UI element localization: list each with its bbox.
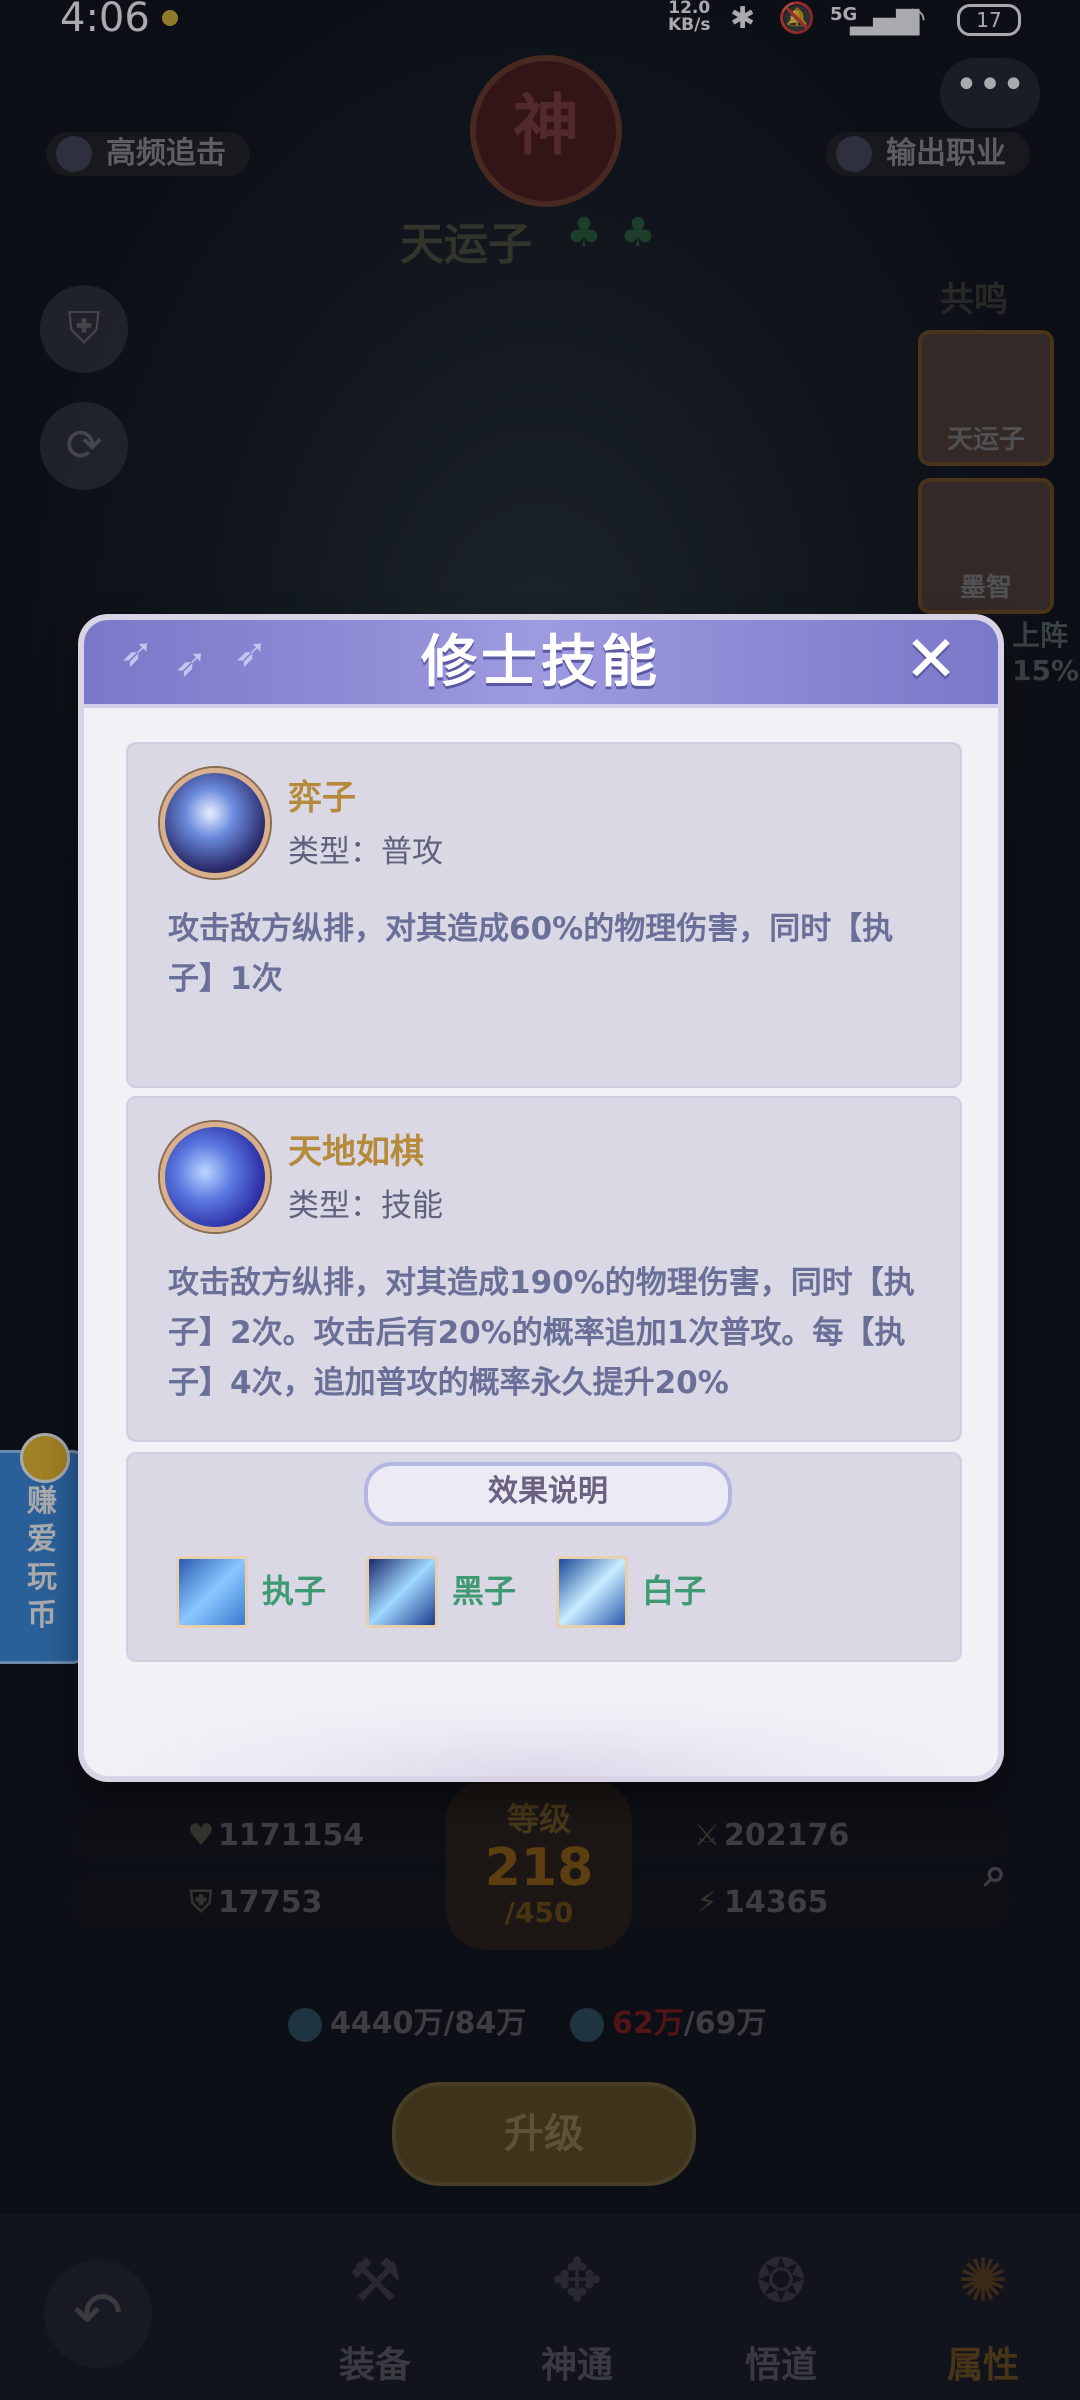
dialog-header: ➶ ➶ ➶ 修士技能 ✕ [84, 620, 998, 708]
dialog-title: 修士技能 [421, 630, 661, 695]
skill-card: 弈子 类型：普攻 攻击敌方纵排，对其造成60%的物理伤害，同时【执子】1次 [126, 742, 962, 1088]
heizi-effect-icon [366, 1556, 438, 1628]
effect-explanation-panel: 效果说明 执子 黑子 白子 [126, 1452, 962, 1662]
dialog-cloud-decoration [84, 1666, 998, 1776]
baizi-effect-icon [556, 1556, 628, 1628]
skill-icon-tiandi [160, 1122, 270, 1232]
skill-card: 天地如棋 类型：技能 攻击敌方纵排，对其造成190%的物理伤害，同时【执子】2次… [126, 1096, 962, 1442]
zhizi-effect-icon [176, 1556, 248, 1628]
skills-dialog: ➶ ➶ ➶ 修士技能 ✕ 弈子 类型：普攻 攻击敌方纵排，对其造成60%的物理伤… [84, 620, 998, 1776]
skill-description: 攻击敌方纵排，对其造成60%的物理伤害，同时【执子】1次 [168, 911, 894, 997]
skill-name: 天地如棋 [288, 1132, 424, 1172]
skill-name: 弈子 [288, 778, 356, 818]
close-button[interactable]: ✕ [896, 628, 966, 696]
skill-type: 类型：普攻 [288, 834, 443, 870]
skill-icon-yizi [160, 768, 270, 878]
effect-heading: 效果说明 [364, 1462, 732, 1526]
skill-description: 攻击敌方纵排，对其造成190%的物理伤害，同时【执子】2次。攻击后有20%的概率… [168, 1265, 915, 1401]
skill-type: 类型：技能 [288, 1188, 443, 1224]
